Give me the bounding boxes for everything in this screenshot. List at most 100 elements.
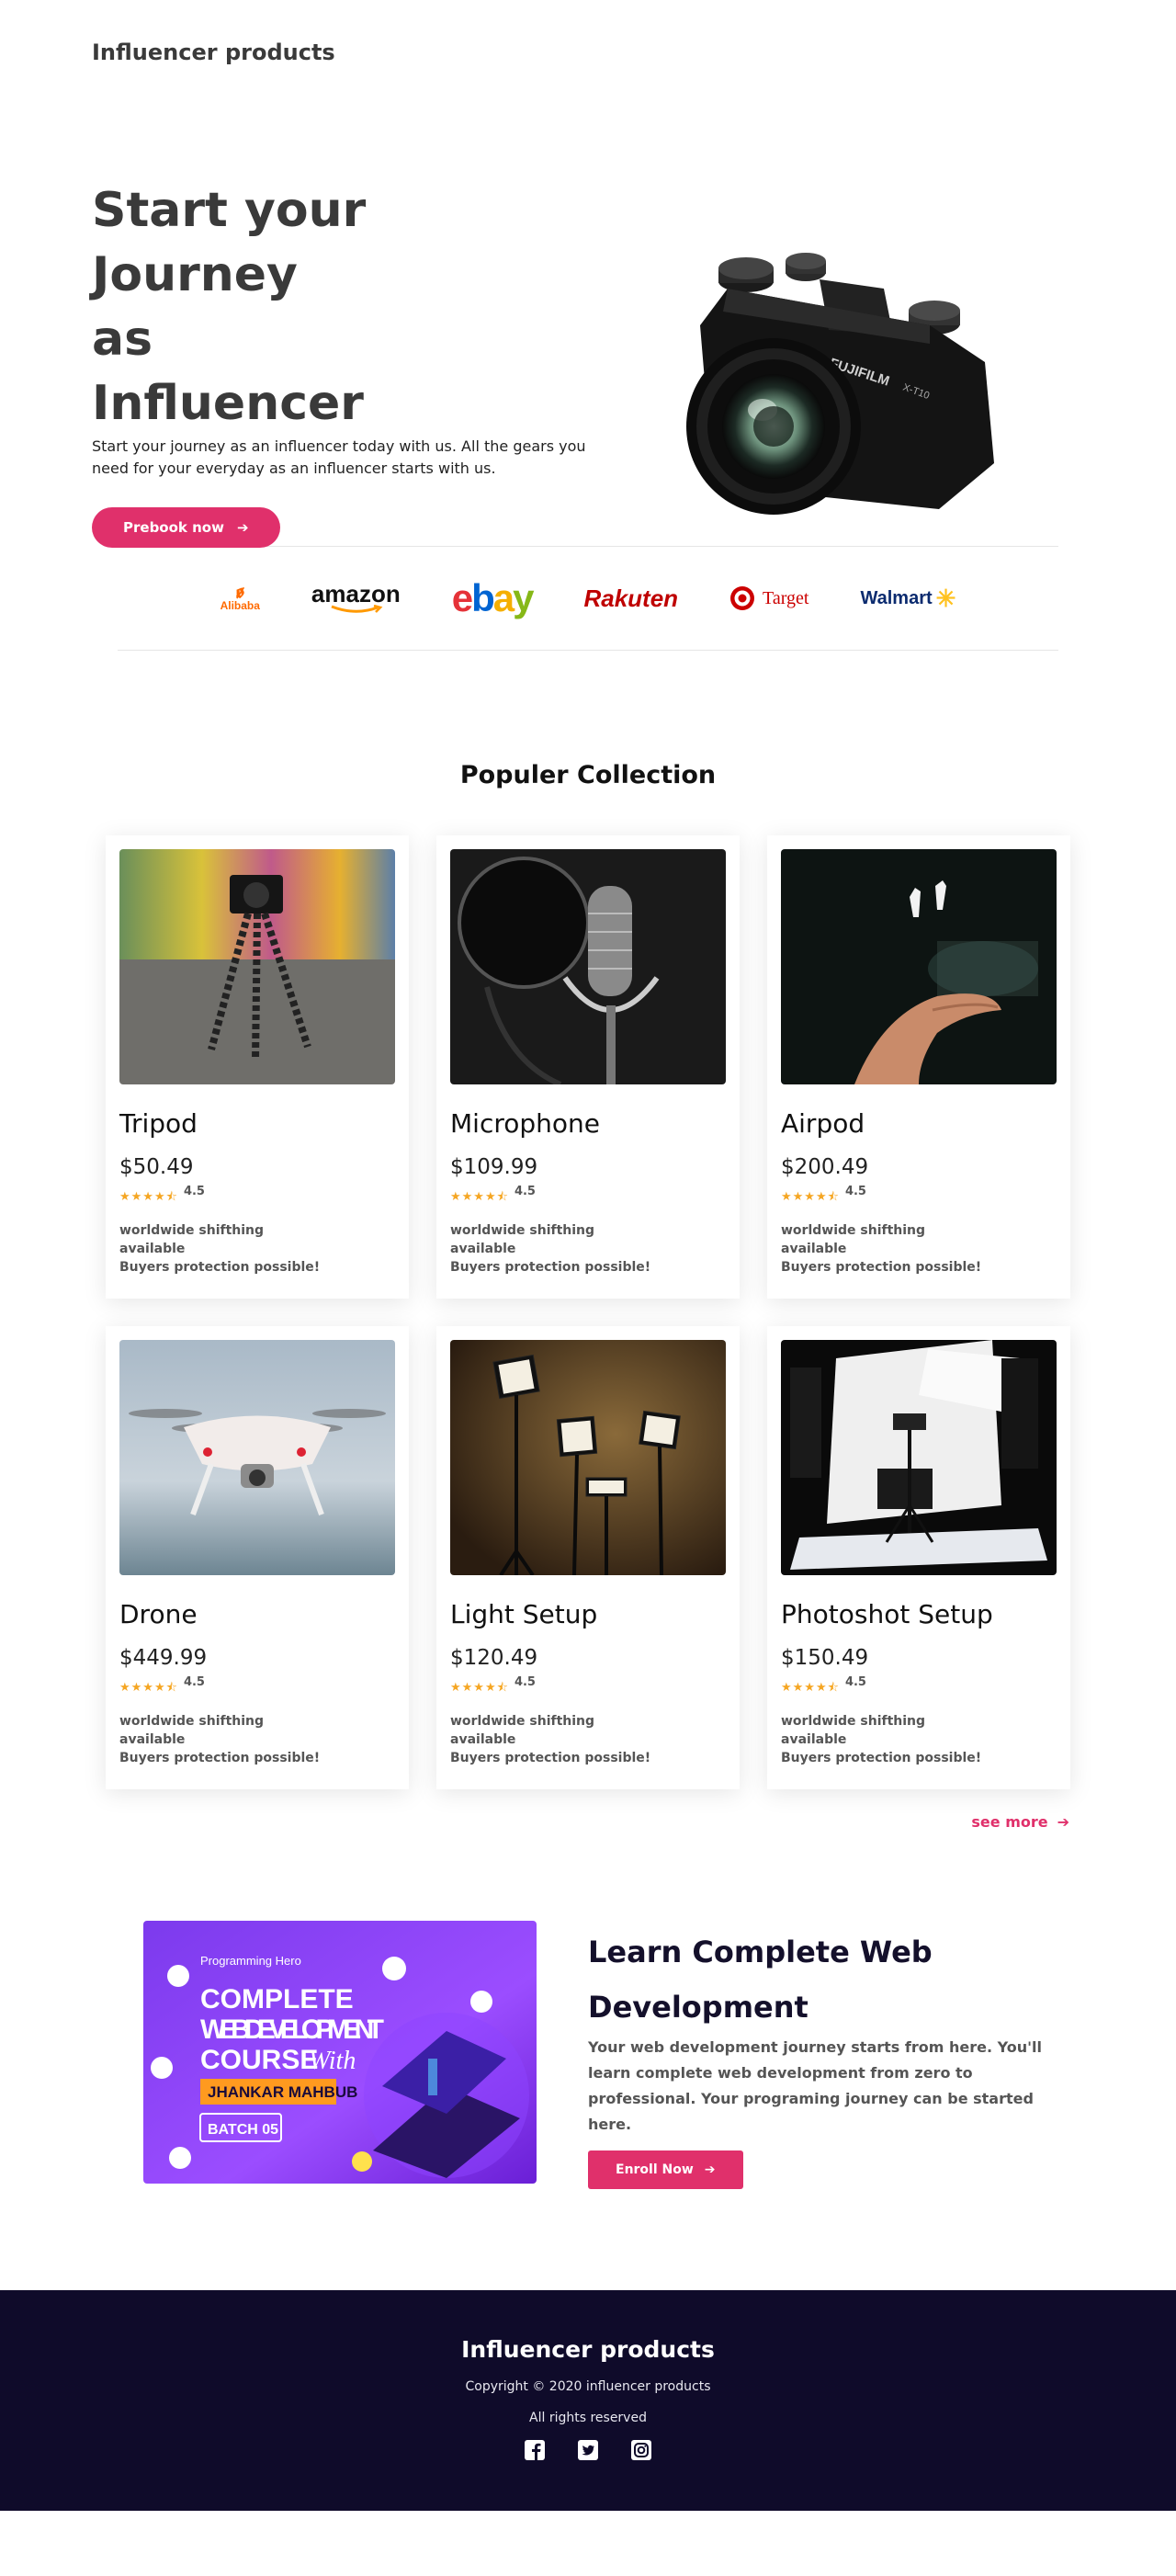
star-rating-icon: ★★★★⯪ [781,1190,840,1204]
hero-section: Start your Journey as Influencer Start y… [0,105,1176,548]
rating: ★★★★⯪ 4.5 [450,1675,726,1699]
microphone-image [450,849,726,1084]
star-rating-icon: ★★★★⯪ [781,1681,840,1695]
alibaba-logo[interactable]: ꬾ Alibaba [220,582,260,612]
course-title: Learn Complete Web Development [588,1935,933,2025]
product-card-photoshot-setup[interactable]: Photoshot Setup $150.49 ★★★★⯪ 4.5 worldw… [767,1326,1070,1789]
protection-text: Buyers protection possible! [119,1751,321,1765]
hero-title-line2: as [92,312,153,367]
banner-line1: COMPLETE [200,1984,354,2014]
rating: ★★★★⯪ 4.5 [781,1675,1057,1699]
target-label: Target [763,587,809,608]
walmart-logo[interactable]: Walmart ✳ [860,584,956,613]
photoshot-setup-image [781,1340,1057,1575]
alibaba-mark-icon: ꬾ [235,582,244,602]
product-price: $150.49 [781,1646,869,1670]
footer: Influencer products Copyright © 2020 inf… [0,2290,1176,2511]
amazon-logo[interactable]: amazon [311,580,401,614]
product-card-light-setup[interactable]: Light Setup $120.49 ★★★★⯪ 4.5 worldwide … [436,1326,740,1789]
product-card-airpod[interactable]: Airpod $200.49 ★★★★⯪ 4.5 worldwide shift… [767,835,1070,1299]
product-info: worldwide shifthing available Buyers pro… [119,1712,320,1767]
drone-image [119,1340,395,1575]
course-description: Your web development journey starts from… [588,2038,1042,2133]
rating-value: 4.5 [844,1675,866,1689]
target-logo[interactable]: Target [729,585,808,611]
rating: ★★★★⯪ 4.5 [119,1675,395,1699]
rating-value: 4.5 [183,1675,205,1689]
brand-strip: ꬾ Alibaba amazon ebay ebay Rakuten Targe… [118,546,1058,651]
walmart-spark-icon: ✳ [935,584,956,612]
hero-description: Start your journey as an influencer toda… [92,437,586,477]
product-name: Drone [119,1599,198,1629]
rating: ★★★★⯪ 4.5 [119,1185,395,1209]
star-rating-icon: ★★★★⯪ [450,1681,509,1695]
social-links [0,2440,1176,2460]
enroll-button[interactable]: Enroll Now ➔ [588,2150,743,2189]
shipping-text: worldwide shifthing available [781,1223,926,1256]
camera-image: FUJIFILM X-T10 [654,160,1012,528]
twitter-icon[interactable] [578,2440,598,2460]
hero-text: Start your Journey as Influencer Start y… [92,178,606,548]
course-text: Learn Complete Web Development Your web … [588,1924,1066,2189]
product-card-tripod[interactable]: Tripod $50.49 ★★★★⯪ 4.5 worldwide shifth… [106,835,409,1299]
banner-with: With [309,2047,356,2075]
product-price: $109.99 [450,1155,538,1179]
product-name: Microphone [450,1108,600,1139]
footer-copyright: Copyright © 2020 influencer products [465,2379,711,2394]
rating-value: 4.5 [514,1185,536,1198]
shipping-text: worldwide shifthing available [119,1223,265,1256]
product-info: worldwide shifthing available Buyers pro… [781,1712,981,1767]
target-bullseye-icon [730,586,755,610]
shipping-text: worldwide shifthing available [450,1714,595,1747]
product-price: $200.49 [781,1155,869,1179]
tripod-image [119,849,395,1084]
product-grid: Tripod $50.49 ★★★★⯪ 4.5 worldwide shifth… [0,835,1176,1789]
product-info: worldwide shifthing available Buyers pro… [119,1221,320,1277]
enroll-label: Enroll Now [616,2162,694,2177]
protection-text: Buyers protection possible! [781,1260,982,1275]
protection-text: Buyers protection possible! [450,1751,651,1765]
product-card-microphone[interactable]: Microphone $109.99 ★★★★⯪ 4.5 worldwide s… [436,835,740,1299]
banner-line3: COURSE [200,2045,318,2075]
banner-batch: BATCH 05 [208,2122,278,2138]
course-banner[interactable]: Programming Hero COMPLETE WEB DEVELOPMEN… [143,1921,537,2184]
star-rating-icon: ★★★★⯪ [450,1190,509,1204]
shipping-text: worldwide shifthing available [450,1223,595,1256]
amazon-smile-icon [331,605,383,613]
hero-title-line3: Influencer [92,376,364,431]
banner-org: Programming Hero [200,1954,301,1968]
shipping-text: worldwide shifthing available [119,1714,265,1747]
arrow-right-icon: ➔ [236,519,249,536]
star-rating-icon: ★★★★⯪ [119,1190,178,1204]
product-price: $449.99 [119,1646,208,1670]
amazon-label: amazon [311,580,401,607]
prebook-button[interactable]: Prebook now ➔ [92,507,280,548]
ebay-logo[interactable]: ebay ebay [452,576,535,620]
product-info: worldwide shifthing available Buyers pro… [450,1712,650,1767]
product-price: $50.49 [119,1155,194,1179]
walmart-label: Walmart [860,587,933,608]
protection-text: Buyers protection possible! [119,1260,321,1275]
facebook-icon[interactable] [525,2440,545,2460]
instagram-icon[interactable] [631,2440,651,2460]
hero-title-line1: Start your Journey [92,183,367,302]
product-name: Light Setup [450,1599,598,1629]
course-section: Programming Hero COMPLETE WEB DEVELOPMEN… [0,1886,1176,2290]
product-card-drone[interactable]: Drone $449.99 ★★★★⯪ 4.5 worldwide shifth… [106,1326,409,1789]
see-more-link[interactable]: see more ➔ [0,1813,1069,1831]
rating-value: 4.5 [183,1185,205,1198]
banner-line2: WEB DEVELOPMENT [200,2014,384,2045]
shipping-text: worldwide shifthing available [781,1714,926,1747]
product-info: worldwide shifthing available Buyers pro… [450,1221,650,1277]
product-price: $120.49 [450,1646,538,1670]
protection-text: Buyers protection possible! [781,1751,982,1765]
arrow-right-icon: ➔ [704,2162,716,2177]
product-name: Airpod [781,1108,865,1139]
protection-text: Buyers protection possible! [450,1260,651,1275]
collection-title: Populer Collection [459,761,717,789]
rating: ★★★★⯪ 4.5 [781,1185,1057,1209]
footer-rights: All rights reserved [529,2411,647,2425]
footer-brand: Influencer products [461,2336,715,2363]
rakuten-logo[interactable]: Rakuten [583,584,678,613]
brand-name[interactable]: Influencer products [92,40,335,65]
